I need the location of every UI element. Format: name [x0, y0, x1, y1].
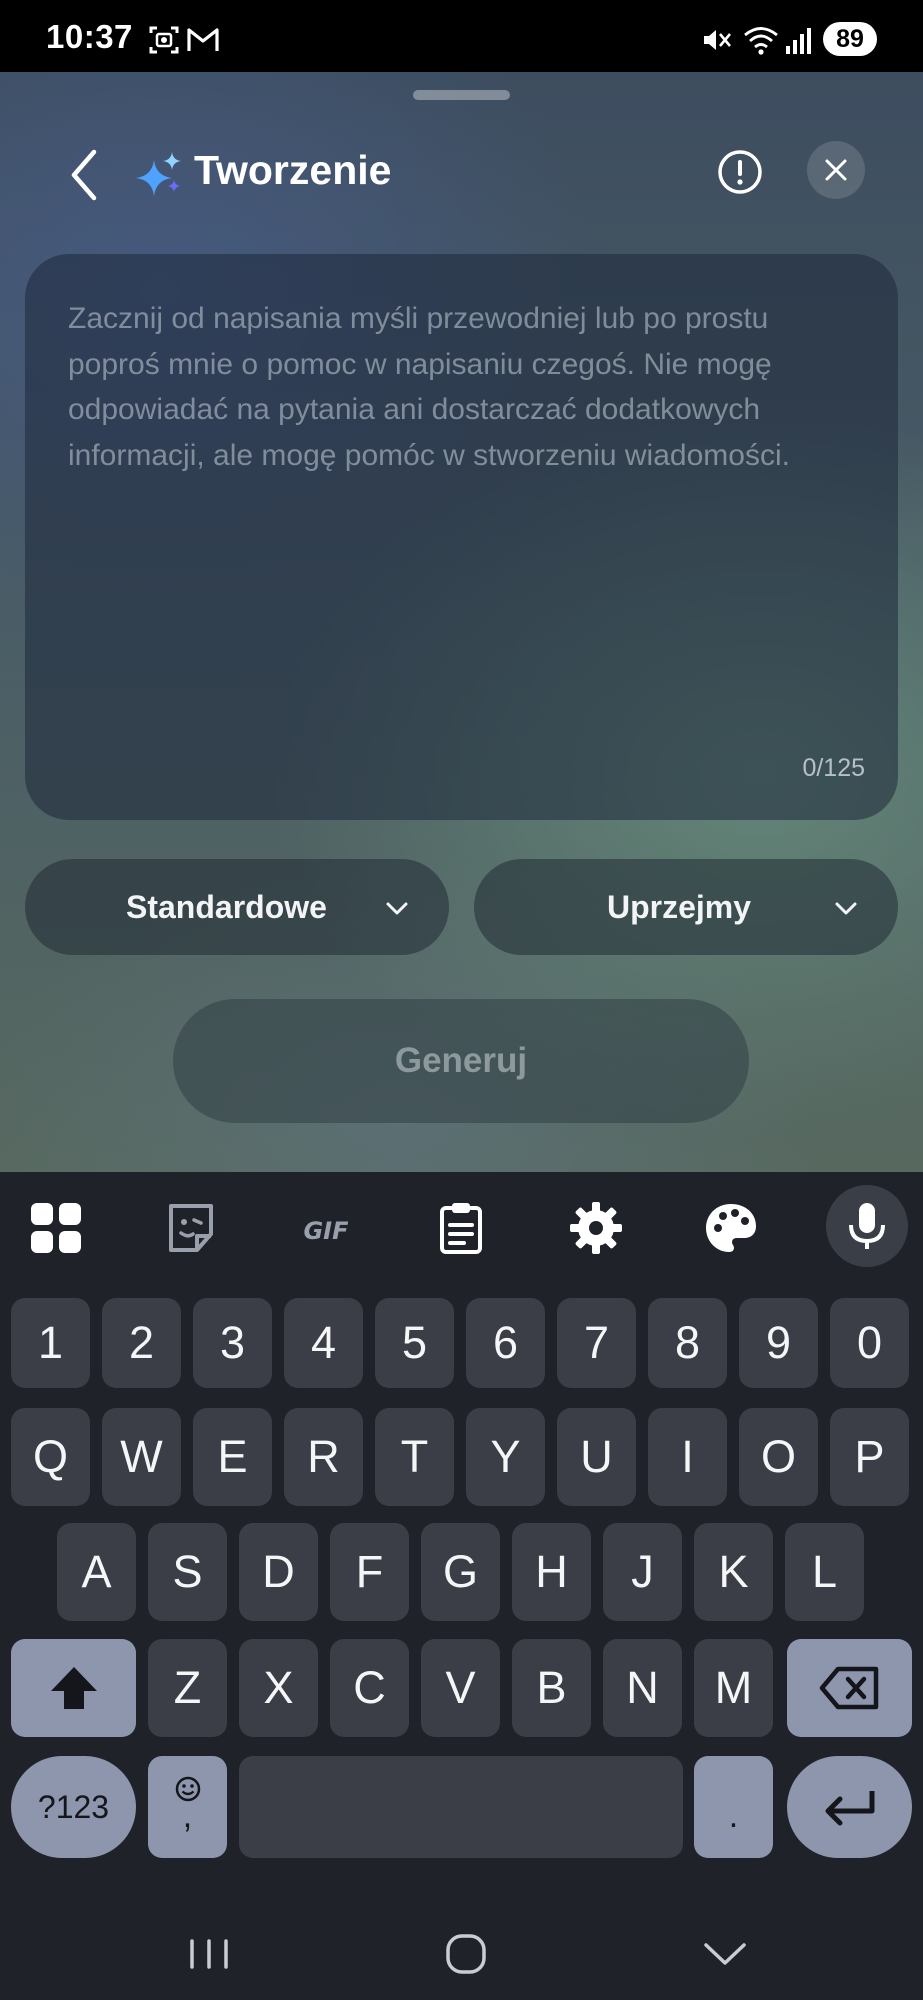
enter-key[interactable]	[787, 1756, 912, 1858]
key-i[interactable]: I	[648, 1408, 727, 1506]
key-7[interactable]: 7	[557, 1298, 636, 1388]
sparkle-icon	[136, 152, 181, 196]
key-9[interactable]: 9	[739, 1298, 818, 1388]
key-t[interactable]: T	[375, 1408, 454, 1506]
comma-label: ,	[182, 1797, 193, 1835]
gif-label: GIF	[303, 1217, 349, 1245]
status-bar: 10:37 89	[0, 0, 923, 72]
key-n[interactable]: N	[603, 1639, 682, 1737]
chevron-down-icon	[835, 902, 857, 915]
key-w[interactable]: W	[102, 1408, 181, 1506]
palette-icon[interactable]	[701, 1198, 761, 1258]
space-key[interactable]	[239, 1756, 683, 1858]
key-3[interactable]: 3	[193, 1298, 272, 1388]
tone-dropdown-label: Uprzejmy	[607, 889, 752, 925]
generate-button[interactable]: Generuj	[173, 999, 749, 1123]
key-s[interactable]: S	[148, 1523, 227, 1621]
enter-arrow-icon	[825, 1791, 874, 1826]
key-5[interactable]: 5	[375, 1298, 454, 1388]
recent-apps-icon[interactable]	[174, 1919, 244, 1989]
key-v[interactable]: V	[421, 1639, 500, 1737]
backspace-icon	[819, 1666, 878, 1710]
chevron-left-icon	[71, 149, 97, 201]
panel-title: Tworzenie	[194, 147, 392, 193]
key-4[interactable]: 4	[284, 1298, 363, 1388]
status-time: 10:37	[46, 18, 133, 55]
key-y[interactable]: Y	[466, 1408, 545, 1506]
period-key[interactable]: .	[694, 1756, 773, 1858]
back-button[interactable]	[60, 140, 110, 210]
close-icon	[825, 159, 847, 181]
key-m[interactable]: M	[694, 1639, 773, 1737]
key-z[interactable]: Z	[148, 1639, 227, 1737]
microphone-button[interactable]	[826, 1185, 908, 1267]
wifi-icon	[744, 27, 778, 55]
key-j[interactable]: J	[603, 1523, 682, 1621]
character-counter: 0/125	[802, 754, 865, 782]
key-6[interactable]: 6	[466, 1298, 545, 1388]
compose-panel: Tworzenie Zacznij od napisania myśli prz…	[0, 72, 923, 1172]
symbols-key[interactable]: ?123	[11, 1756, 136, 1858]
keyboard: GIF 1 2 3 4 5 6 7 8 9 0 Q W E R T Y U I …	[0, 1172, 923, 1907]
tone-dropdown[interactable]: Uprzejmy	[474, 859, 898, 955]
screenshot-notification-icon	[149, 26, 179, 54]
key-b[interactable]: B	[512, 1639, 591, 1737]
prompt-placeholder: Zacznij od napisania myśli przewodniej l…	[68, 302, 790, 472]
key-f[interactable]: F	[330, 1523, 409, 1621]
sticker-icon[interactable]	[161, 1198, 221, 1258]
gmail-notification-icon	[187, 28, 219, 51]
key-a[interactable]: A	[57, 1523, 136, 1621]
info-exclamation-icon	[718, 150, 762, 194]
key-p[interactable]: P	[830, 1408, 909, 1506]
key-0[interactable]: 0	[830, 1298, 909, 1388]
battery-level: 89	[823, 22, 877, 56]
settings-gear-icon[interactable]	[566, 1198, 626, 1258]
key-x[interactable]: X	[239, 1639, 318, 1737]
back-chevron-icon[interactable]	[690, 1919, 760, 1989]
key-o[interactable]: O	[739, 1408, 818, 1506]
mute-icon	[704, 30, 731, 50]
key-r[interactable]: R	[284, 1408, 363, 1506]
key-g[interactable]: G	[421, 1523, 500, 1621]
close-button[interactable]	[807, 141, 865, 199]
home-icon[interactable]	[431, 1919, 501, 1989]
gif-icon[interactable]: GIF	[296, 1198, 356, 1258]
key-2[interactable]: 2	[102, 1298, 181, 1388]
apps-grid-icon[interactable]	[26, 1198, 86, 1258]
shift-key[interactable]	[11, 1639, 136, 1737]
shift-arrow-icon	[50, 1667, 97, 1709]
chevron-down-icon	[386, 902, 408, 915]
navigation-bar	[0, 1907, 923, 2000]
emoji-comma-key[interactable]: ,	[148, 1756, 227, 1858]
info-button[interactable]	[716, 148, 764, 196]
key-c[interactable]: C	[330, 1639, 409, 1737]
backspace-key[interactable]	[787, 1639, 912, 1737]
key-q[interactable]: Q	[11, 1408, 90, 1506]
key-1[interactable]: 1	[11, 1298, 90, 1388]
microphone-icon	[849, 1203, 885, 1249]
clipboard-icon[interactable]	[431, 1198, 491, 1258]
key-d[interactable]: D	[239, 1523, 318, 1621]
key-k[interactable]: K	[694, 1523, 773, 1621]
length-dropdown-label: Standardowe	[126, 889, 327, 925]
key-h[interactable]: H	[512, 1523, 591, 1621]
key-u[interactable]: U	[557, 1408, 636, 1506]
cellular-signal-icon	[786, 28, 811, 54]
length-dropdown[interactable]: Standardowe	[25, 859, 449, 955]
key-8[interactable]: 8	[648, 1298, 727, 1388]
key-e[interactable]: E	[193, 1408, 272, 1506]
key-l[interactable]: L	[785, 1523, 864, 1621]
drag-handle[interactable]	[413, 90, 510, 100]
